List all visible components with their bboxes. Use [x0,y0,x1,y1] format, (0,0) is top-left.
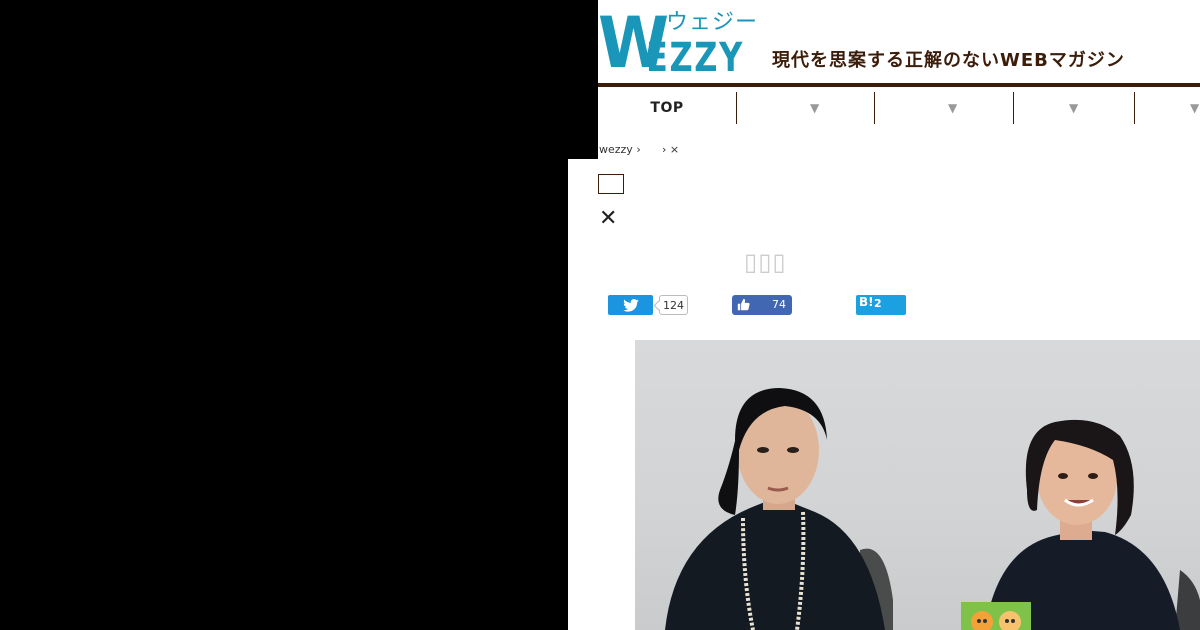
chevron-down-icon: ▼ [1069,101,1079,115]
chevron-down-icon: ▼ [1190,101,1200,115]
main-nav: TOP ▼ ▼ ▼ ▼ [598,92,1200,124]
nav-item-4[interactable]: ▼ [1014,92,1134,124]
nav-item-top[interactable]: TOP [598,92,736,124]
viewport: W ウェジー EZZY 現代を思案する正解のないWEBマガジン TOP ▼ ▼ … [0,0,1200,630]
hatena-bookmark-icon: B! [859,295,874,309]
breadcrumb-current: › × [662,143,680,156]
logo-kana: ウェジー [666,10,759,35]
breadcrumb-home[interactable]: wezzy › [599,143,641,156]
facebook-like-button[interactable]: 74 [732,295,792,315]
site-logo[interactable]: W ウェジー EZZY [598,8,758,78]
site-tagline: 現代を思案する正解のないWEBマガジン [772,50,1125,71]
chevron-down-icon: ▼ [948,101,958,115]
facebook-like-count: 74 [772,298,786,311]
twitter-share-count: 124 [659,295,688,315]
nav-item-5[interactable]: ▼ [1135,92,1200,124]
interview-photo-illustration [665,388,1200,630]
hatena-bookmark-count: 2 [874,297,882,310]
header-divider [598,83,1200,87]
thumbs-up-icon [737,298,750,311]
category-label-box [598,174,624,194]
article-photo [635,340,1200,630]
nav-item-3[interactable]: ▼ [875,92,1013,124]
article-title: ▯▯▯ [744,248,787,276]
twitter-bird-icon [622,298,639,312]
nav-item-2[interactable]: ▼ [737,92,875,124]
twitter-share-button[interactable] [608,295,653,315]
chevron-down-icon: ▼ [810,101,820,115]
close-icon[interactable]: ✕ [599,206,617,232]
hatena-bookmark-button[interactable]: B! 2 [856,295,906,315]
logo-letters-ezzy: EZZY [646,35,744,81]
